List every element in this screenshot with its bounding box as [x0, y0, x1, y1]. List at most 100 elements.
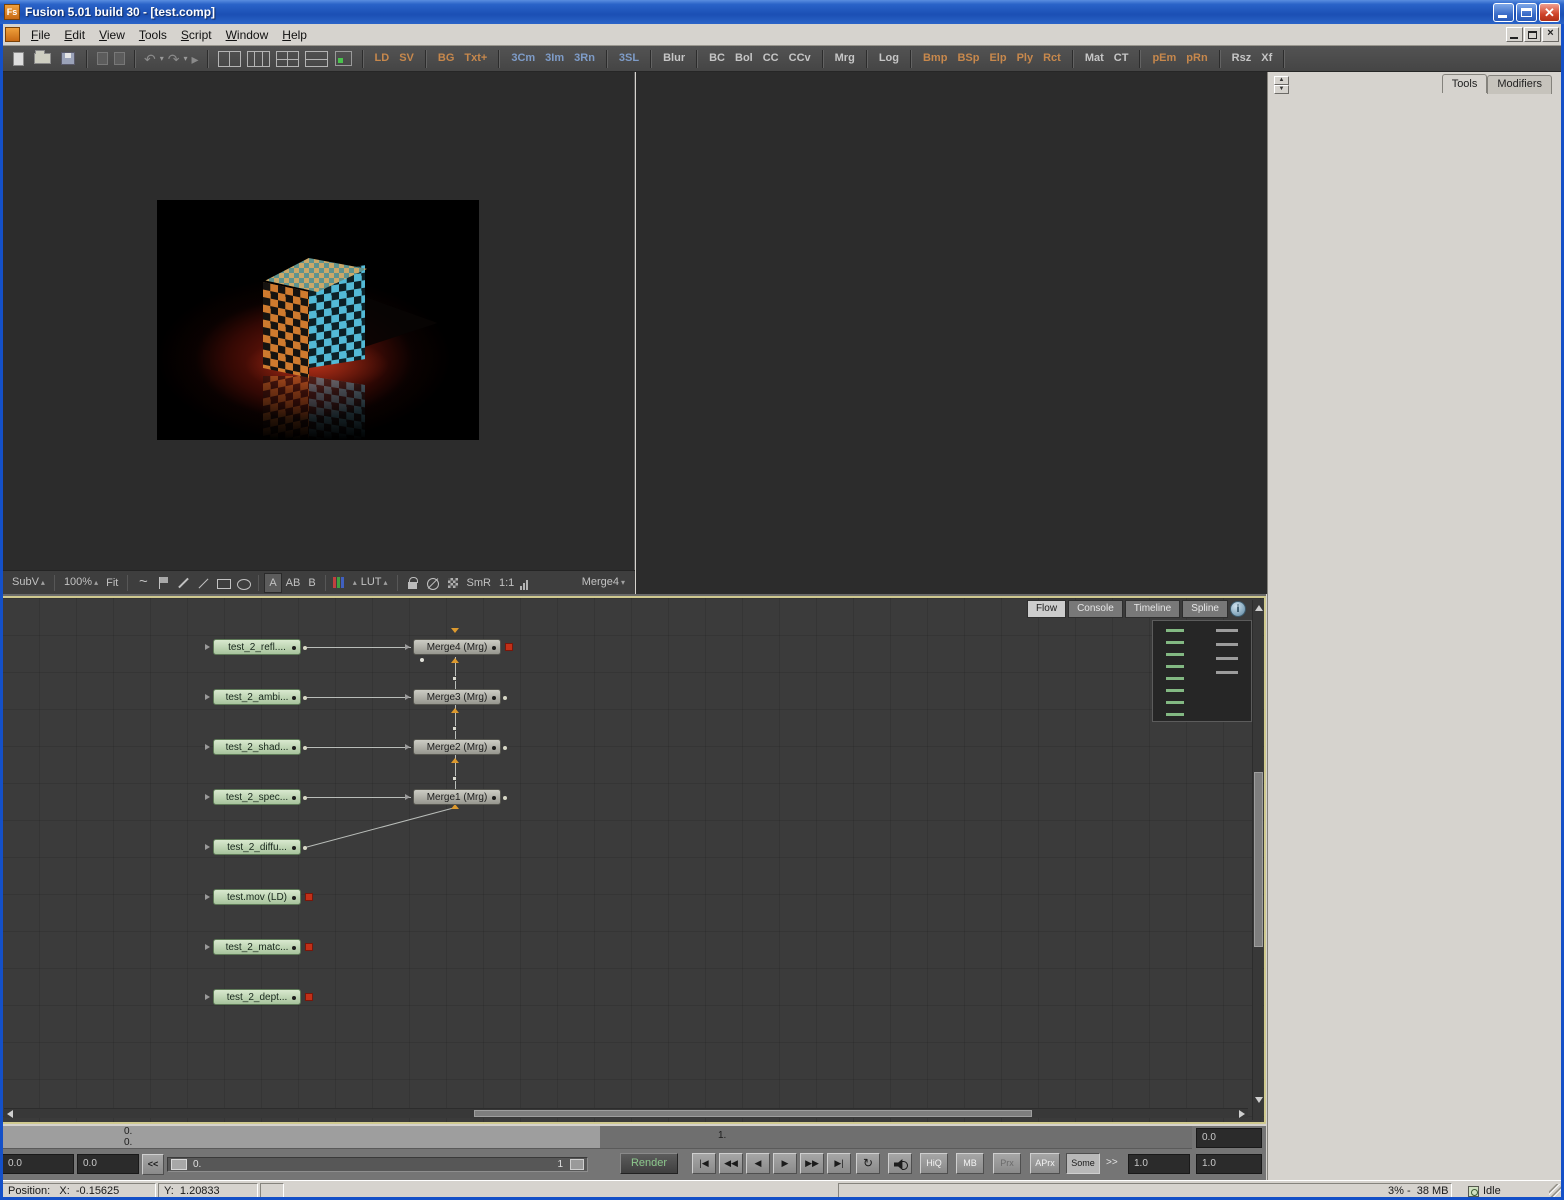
- layout-two-views-button[interactable]: [218, 51, 241, 67]
- tool-matte-control-button[interactable]: Mat: [1080, 46, 1109, 71]
- tab-tools[interactable]: Tools: [1442, 74, 1488, 93]
- tab-console[interactable]: Console: [1068, 600, 1123, 618]
- step-forward-label[interactable]: >>: [1106, 1157, 1118, 1168]
- maximize-button[interactable]: [1516, 3, 1537, 22]
- tool-color-curves-button[interactable]: CCv: [784, 46, 816, 71]
- time-ruler-range[interactable]: 0. 0.: [0, 1126, 600, 1149]
- flow-node-merge1[interactable]: Merge1 (Mrg): [413, 789, 501, 805]
- node-output-port[interactable]: [303, 846, 307, 850]
- zoom-level-button[interactable]: 100%▴: [60, 571, 102, 594]
- roi-toggle-icon[interactable]: [425, 575, 441, 591]
- line-tool-icon[interactable]: [195, 575, 211, 591]
- flow-node-test-2-refl[interactable]: test_2_refl....: [213, 639, 301, 655]
- tool-color-corrector-button[interactable]: CC: [758, 46, 784, 71]
- tool-color-tool-button[interactable]: CT: [1109, 46, 1134, 71]
- alt-time-field[interactable]: 0.0: [77, 1154, 139, 1174]
- ellipse-tool-icon[interactable]: [235, 575, 251, 591]
- viewed-indicator[interactable]: [305, 943, 313, 951]
- menu-help[interactable]: Help: [275, 26, 314, 44]
- flow-node-merge3[interactable]: Merge3 (Mrg): [413, 689, 501, 705]
- scrollbar-thumb[interactable]: [474, 1110, 1032, 1117]
- flow-node-test-2-matc[interactable]: test_2_matc...: [213, 939, 301, 955]
- tab-timeline[interactable]: Timeline: [1125, 600, 1180, 618]
- doc-close-button[interactable]: ×: [1542, 27, 1559, 42]
- menu-window[interactable]: Window: [219, 26, 276, 44]
- mask-input-icon[interactable]: [451, 658, 459, 663]
- layout-stacked-views-button[interactable]: [305, 51, 328, 67]
- flow-node-test-2-spec[interactable]: test_2_spec...: [213, 789, 301, 805]
- flow-node-test-mov[interactable]: test.mov (LD): [213, 889, 301, 905]
- scroll-right-icon[interactable]: [1239, 1110, 1245, 1118]
- motion-blur-toggle[interactable]: MB: [956, 1153, 984, 1174]
- menu-script[interactable]: Script: [174, 26, 219, 44]
- buffer-b-button[interactable]: B: [304, 574, 319, 592]
- node-output-port[interactable]: [303, 696, 307, 700]
- flow-navigator[interactable]: [1152, 620, 1252, 722]
- range-end-time-field[interactable]: 1.0: [1196, 1154, 1262, 1174]
- go-to-start-button[interactable]: |◀: [692, 1153, 716, 1174]
- node-output-port[interactable]: [503, 796, 507, 800]
- spin-down-button[interactable]: ▼: [1274, 85, 1289, 94]
- flow-view[interactable]: Flow Console Timeline Spline i: [0, 596, 1266, 1124]
- current-time-field[interactable]: 0.0: [2, 1154, 74, 1174]
- close-button[interactable]: ✕: [1539, 3, 1560, 22]
- snap-toggle-button[interactable]: [335, 51, 352, 66]
- info-icon[interactable]: i: [1230, 601, 1246, 617]
- doc-minimize-button[interactable]: [1506, 27, 1523, 42]
- tool-merge-button[interactable]: Mrg: [830, 46, 860, 71]
- flow-node-test-2-shad[interactable]: test_2_shad...: [213, 739, 301, 755]
- play-reverse-button[interactable]: ◀: [746, 1153, 770, 1174]
- tool-particle-render-button[interactable]: pRn: [1181, 46, 1212, 71]
- tool-polygon-button[interactable]: Ply: [1012, 46, 1039, 71]
- open-comp-icon[interactable]: [34, 53, 51, 64]
- flow-node-test-2-diffu[interactable]: test_2_diffu...: [213, 839, 301, 855]
- render-button[interactable]: Render: [620, 1153, 678, 1174]
- tool-rectangle-button[interactable]: Rct: [1038, 46, 1066, 71]
- fast-forward-button[interactable]: ▶▶: [800, 1153, 824, 1174]
- undo-dropdown-icon[interactable]: ▾: [158, 54, 166, 63]
- node-output-port[interactable]: [503, 696, 507, 700]
- mask-input-icon[interactable]: [451, 708, 459, 713]
- scrollbar-thumb[interactable]: [1254, 772, 1263, 947]
- node-output-port[interactable]: [303, 746, 307, 750]
- minimize-button[interactable]: [1493, 3, 1514, 22]
- rectangle-tool-icon[interactable]: [215, 575, 231, 591]
- loop-button[interactable]: ↻: [856, 1153, 880, 1174]
- left-viewport[interactable]: SubV▴ 100%▴ Fit ~ A AB B ▴ LUT▴ SmR 1:1: [2, 72, 635, 594]
- viewed-indicator[interactable]: [305, 893, 313, 901]
- viewed-node-selector[interactable]: Merge4▾: [578, 571, 629, 594]
- fast-rewind-button[interactable]: ◀◀: [719, 1153, 743, 1174]
- tab-spline[interactable]: Spline: [1182, 600, 1228, 618]
- tool-textplus-button[interactable]: Txt+: [459, 46, 492, 71]
- go-to-end-button[interactable]: ▶|: [827, 1153, 851, 1174]
- node-output-port[interactable]: [303, 796, 307, 800]
- tab-modifiers[interactable]: Modifiers: [1487, 75, 1552, 94]
- tool-3d-camera-button[interactable]: 3Cm: [506, 46, 540, 71]
- viewed-indicator[interactable]: [305, 993, 313, 1001]
- guide-tool-icon[interactable]: [155, 575, 171, 591]
- menu-file[interactable]: File: [24, 26, 57, 44]
- one-to-one-button[interactable]: 1:1: [495, 572, 518, 594]
- menu-tools[interactable]: Tools: [132, 26, 174, 44]
- menu-view[interactable]: View: [92, 26, 132, 44]
- checker-underlay-icon[interactable]: [445, 575, 461, 591]
- tool-bspline-button[interactable]: BSp: [952, 46, 984, 71]
- selective-update-toggle[interactable]: Some: [1066, 1153, 1100, 1174]
- tool-background-button[interactable]: BG: [433, 46, 460, 71]
- paint-tool-icon[interactable]: [175, 575, 191, 591]
- new-comp-icon[interactable]: [13, 52, 24, 66]
- flow-vertical-scrollbar[interactable]: [1252, 600, 1263, 1120]
- tool-bitmap-button[interactable]: Bmp: [918, 46, 952, 71]
- save-comp-icon[interactable]: [61, 52, 75, 65]
- paste-icon[interactable]: [114, 52, 125, 65]
- histogram-icon[interactable]: [520, 576, 536, 590]
- tool-resize-button[interactable]: Rsz: [1227, 46, 1257, 71]
- tool-saver-button[interactable]: SV: [394, 46, 419, 71]
- playback-scale-field[interactable]: 1.0: [1128, 1154, 1190, 1174]
- buffer-ab-button[interactable]: AB: [282, 574, 305, 592]
- tool-3d-image-button[interactable]: 3Im: [540, 46, 569, 71]
- time-ruler[interactable]: 1.: [600, 1126, 1192, 1149]
- mask-input-icon[interactable]: [451, 628, 459, 633]
- smooth-resize-button[interactable]: SmR: [463, 572, 495, 594]
- tool-3d-render-button[interactable]: 3Rn: [569, 46, 600, 71]
